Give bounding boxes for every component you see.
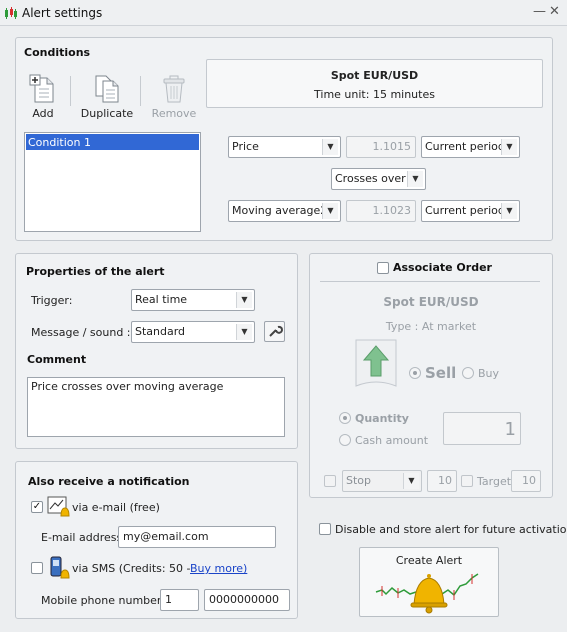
condition-list[interactable]: Condition 1 [24,132,201,232]
minimize-button[interactable]: — [533,5,546,19]
period-value-1: Current period [425,140,505,153]
time-unit: Time unit: 15 minutes [314,88,435,101]
target-label: Target [477,475,512,488]
create-alert-label: Create Alert [395,554,463,567]
chevron-down-icon: ▼ [322,139,338,155]
value-field-1: 1.1015 [346,136,416,158]
trigger-select[interactable]: Real time ▼ [131,289,255,311]
order-instrument: Spot EUR/USD [383,295,479,309]
quantity-radio[interactable] [339,412,351,424]
wrench-icon [269,325,283,337]
indicator-value-2: Moving average20 [232,204,335,217]
chevron-down-icon: ▼ [407,171,423,187]
buy-label: Buy [478,367,500,380]
period-select-1[interactable]: Current period ▼ [421,136,520,158]
associate-order-title: Associate Order [393,261,492,274]
close-button[interactable]: ✕ [549,5,560,19]
email-checkbox[interactable]: ✓ [31,501,43,513]
instrument-name: Spot EUR/USD [330,69,419,82]
chevron-down-icon: ▼ [322,203,338,219]
create-alert-button[interactable]: Create Alert [359,547,499,617]
message-sound-select[interactable]: Standard ▼ [131,321,255,343]
add-button[interactable]: Add [22,74,64,120]
stop-checkbox[interactable] [324,475,336,487]
quantity-input[interactable]: 1 [443,412,521,445]
toolbar-separator [140,76,141,106]
comment-textarea[interactable]: Price crosses over moving average [27,377,285,437]
add-document-icon [29,74,54,103]
trigger-value: Real time [135,293,188,306]
remove-button[interactable]: Remove [150,74,198,120]
sound-settings-button[interactable] [264,321,285,342]
period-select-2[interactable]: Current period ▼ [421,200,520,222]
duplicate-document-icon [95,75,119,103]
quantity-label: Quantity [355,412,409,425]
stop-value: Stop [346,474,372,487]
candlestick-app-icon [5,7,17,19]
duplicate-label: Duplicate [80,107,134,120]
trash-icon [163,75,185,103]
sell-arrow-icon [355,339,397,387]
chevron-down-icon: ▼ [403,473,419,489]
divider [320,281,540,282]
message-sound-label: Message / sound : [31,326,131,339]
indicator-select-2[interactable]: Moving average20 ▼ [228,200,341,222]
disable-checkbox[interactable] [319,523,331,535]
email-address-input[interactable]: my@email.com [118,526,276,548]
sms-option-label: via SMS (Credits: 50 - [72,562,191,575]
buy-radio[interactable] [462,367,474,379]
mobile-phone-icon [50,556,70,579]
email-address-label: E-mail address [41,531,123,544]
indicator-value-1: Price [232,140,259,153]
indicator-select-1[interactable]: Price ▼ [228,136,341,158]
message-sound-value: Standard [135,325,186,338]
email-option-label: via e-mail (free) [72,501,160,514]
chevron-down-icon: ▼ [501,139,517,155]
chevron-down-icon: ▼ [236,324,252,340]
email-alert-icon [47,496,70,517]
order-type: Type : At market [385,320,477,333]
country-code-input[interactable]: 1 [160,589,199,611]
window-title: Alert settings [22,6,103,20]
disable-label: Disable and store alert for future activ… [335,523,567,536]
cash-amount-label: Cash amount [355,434,429,447]
properties-title: Properties of the alert [26,265,165,278]
conditions-title: Conditions [24,46,91,59]
add-label: Add [32,107,54,120]
operator-select[interactable]: Crosses over ▼ [331,168,426,190]
remove-label: Remove [151,107,197,120]
sms-checkbox[interactable] [31,562,43,574]
notification-title: Also receive a notification [28,475,190,488]
sell-label: Sell [425,364,457,382]
buy-more-link[interactable]: Buy more) [190,562,247,575]
target-amount-input[interactable]: 10 [511,470,541,492]
chevron-down-icon: ▼ [236,292,252,308]
list-item[interactable]: Condition 1 [26,134,199,150]
alert-bell-chart-icon [375,573,479,614]
period-value-2: Current period [425,204,505,217]
chevron-down-icon: ▼ [501,203,517,219]
target-checkbox[interactable] [461,475,473,487]
cash-amount-radio[interactable] [339,434,351,446]
sell-radio[interactable] [409,367,421,379]
phone-number-label: Mobile phone number: + [41,594,178,607]
associate-order-checkbox[interactable] [377,262,389,274]
phone-number-input[interactable]: 0000000000 [204,589,290,611]
trigger-label: Trigger: [31,294,73,307]
instrument-info-box: Spot EUR/USD Time unit: 15 minutes [206,59,543,108]
comment-label: Comment [27,353,87,366]
stop-select[interactable]: Stop ▼ [342,470,422,492]
duplicate-button[interactable]: Duplicate [80,74,134,120]
operator-value: Crosses over [335,172,406,185]
value-field-2: 1.1023 [346,200,416,222]
toolbar-separator [70,76,71,106]
stop-amount-input[interactable]: 10 [427,470,457,492]
